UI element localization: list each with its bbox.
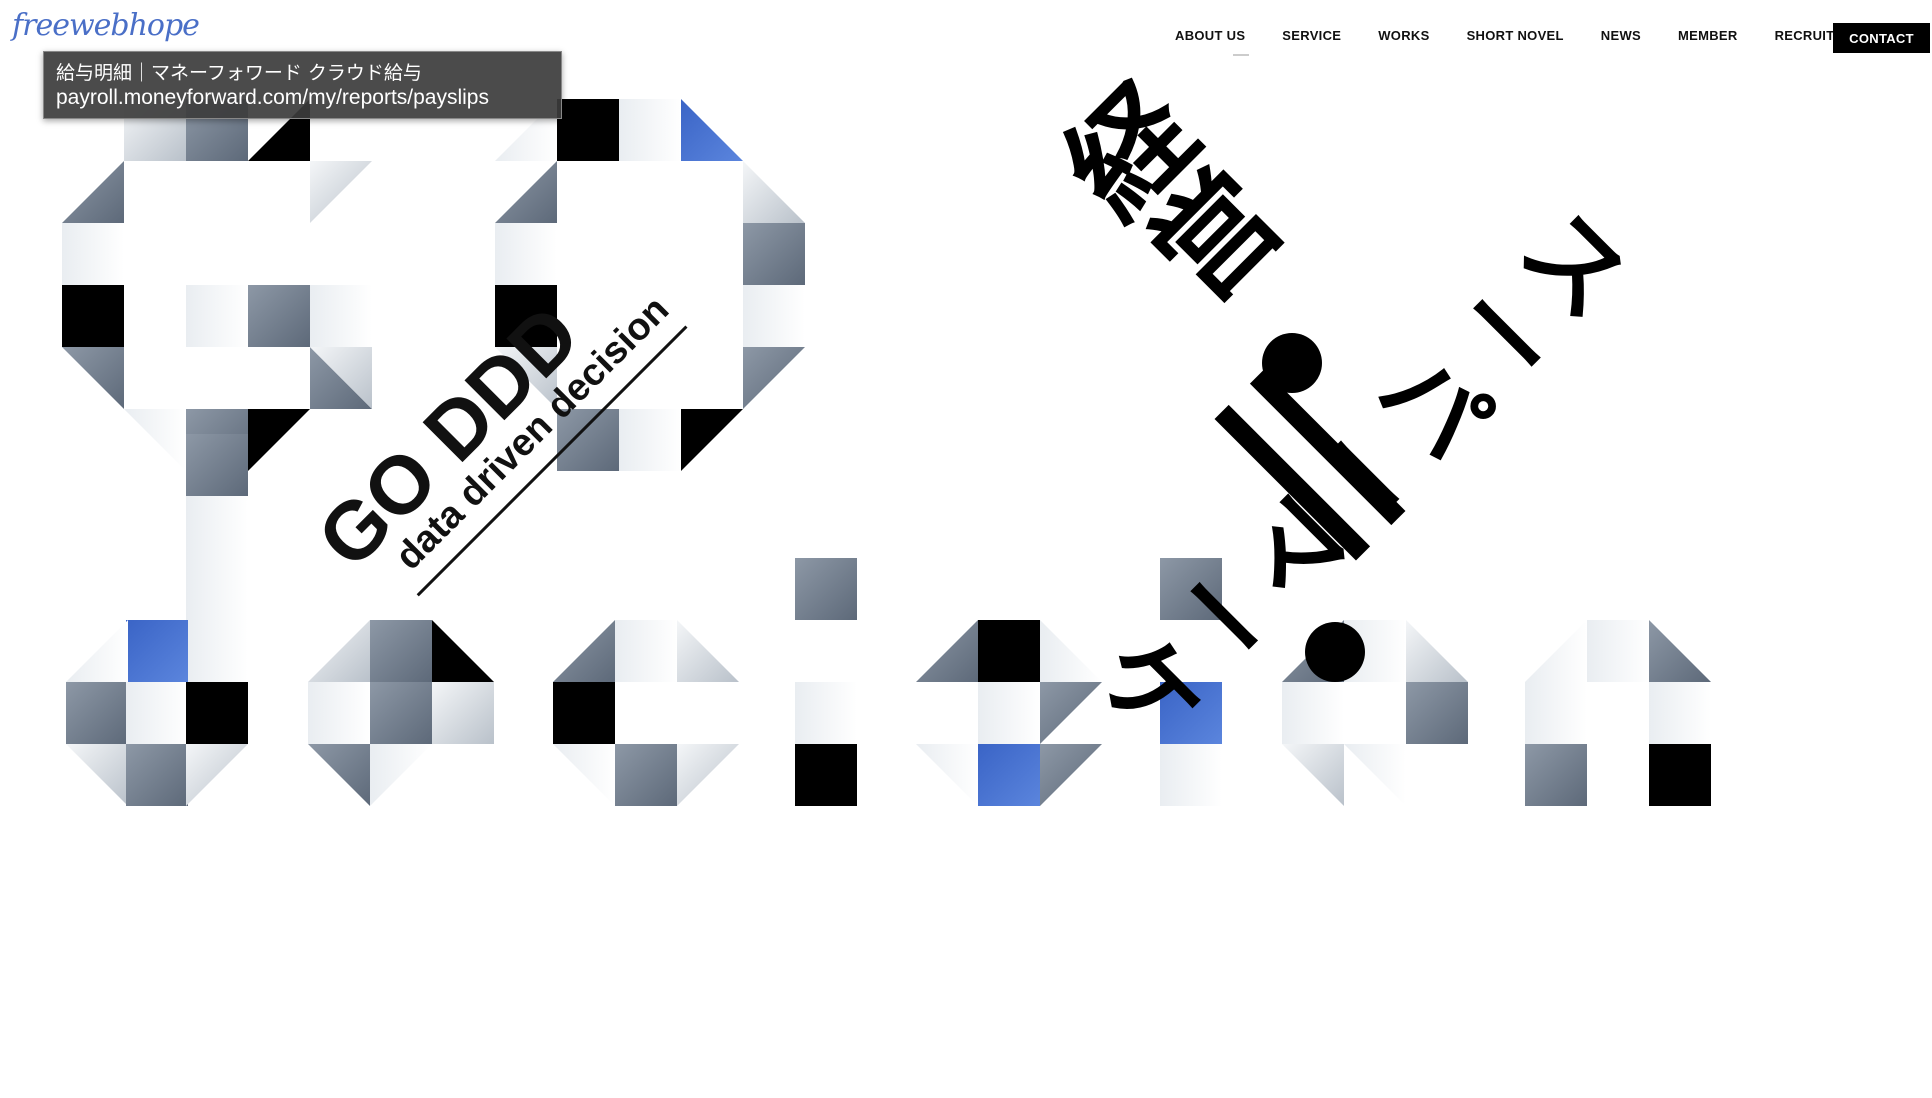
letter-tile <box>615 620 677 682</box>
letter-tile <box>495 161 557 223</box>
letter-tile <box>1282 682 1344 744</box>
letter-tile <box>62 161 124 223</box>
letter-tile <box>1406 620 1468 682</box>
letter-tile <box>916 744 978 806</box>
letter-tile <box>677 620 739 682</box>
letter-tile <box>186 285 248 347</box>
letter-tile <box>62 285 124 347</box>
letter-tile <box>743 161 805 223</box>
letter-tile <box>978 620 1040 682</box>
letter-tile <box>681 99 743 161</box>
letter-tile <box>1525 620 1587 682</box>
letter-tile <box>186 496 248 558</box>
letter-tile <box>1649 620 1711 682</box>
tooltip-url: payroll.moneyforward.com/my/reports/pays… <box>56 86 489 109</box>
letter-tile <box>553 620 615 682</box>
letter-tile <box>126 620 188 682</box>
letter-tile <box>619 409 681 471</box>
letter-tile <box>677 744 739 806</box>
letter-tile <box>310 161 372 223</box>
letter-tile <box>248 285 310 347</box>
letter-tile <box>1649 744 1711 806</box>
tile-letters <box>62 99 1711 806</box>
letter-tile <box>248 409 310 471</box>
hero-graphic <box>0 0 1932 1098</box>
letter-tile <box>186 558 248 620</box>
letter-tile <box>557 99 619 161</box>
tooltip-title: 給与明細｜マネーフォワード クラウド給与 <box>56 62 422 84</box>
letter-tile <box>126 682 188 744</box>
letter-tile <box>978 682 1040 744</box>
letter-tile <box>308 744 370 806</box>
letter-tile <box>1282 744 1344 806</box>
dot-2 <box>1305 622 1365 682</box>
letter-tile <box>370 620 432 682</box>
letter-tile <box>1160 744 1222 806</box>
letter-tile <box>1525 744 1587 806</box>
letter-tile <box>186 682 248 744</box>
letter-tile <box>495 223 557 285</box>
letter-tile <box>126 744 188 806</box>
letter-tile <box>681 409 743 471</box>
letter-tile <box>743 347 805 409</box>
link-preview-tooltip: 給与明細｜マネーフォワード クラウド給与 payroll.moneyforwar… <box>43 51 562 119</box>
letter-tile <box>619 99 681 161</box>
letter-tile <box>743 223 805 285</box>
letter-tile <box>978 744 1040 806</box>
letter-tile <box>1040 620 1102 682</box>
letter-tile <box>1525 682 1587 744</box>
letter-tile <box>186 620 248 682</box>
letter-tile <box>310 285 372 347</box>
letter-tile <box>62 223 124 285</box>
letter-tile <box>186 744 248 806</box>
letter-tile <box>1344 744 1406 806</box>
letter-tile <box>615 744 677 806</box>
letter-tile <box>795 744 857 806</box>
letter-tile <box>66 620 128 682</box>
letter-tile <box>186 434 248 496</box>
letter-tile <box>553 682 615 744</box>
letter-tile <box>795 682 857 744</box>
letter-tile <box>1587 620 1649 682</box>
letter-tile <box>1649 682 1711 744</box>
letter-tile <box>795 558 857 620</box>
letter-tile <box>916 620 978 682</box>
letter-tile <box>743 285 805 347</box>
letter-tile <box>370 682 432 744</box>
letter-tile <box>308 620 370 682</box>
letter-tile <box>66 682 128 744</box>
letter-tile <box>66 744 128 806</box>
letter-tile <box>124 409 186 471</box>
letter-tile <box>432 682 494 744</box>
letter-tile <box>432 620 494 682</box>
letter-tile <box>1406 682 1468 744</box>
letter-tile <box>62 347 124 409</box>
letter-tile <box>553 744 615 806</box>
letter-tile <box>1040 744 1102 806</box>
letter-tile <box>308 682 370 744</box>
letter-tile <box>370 744 432 806</box>
